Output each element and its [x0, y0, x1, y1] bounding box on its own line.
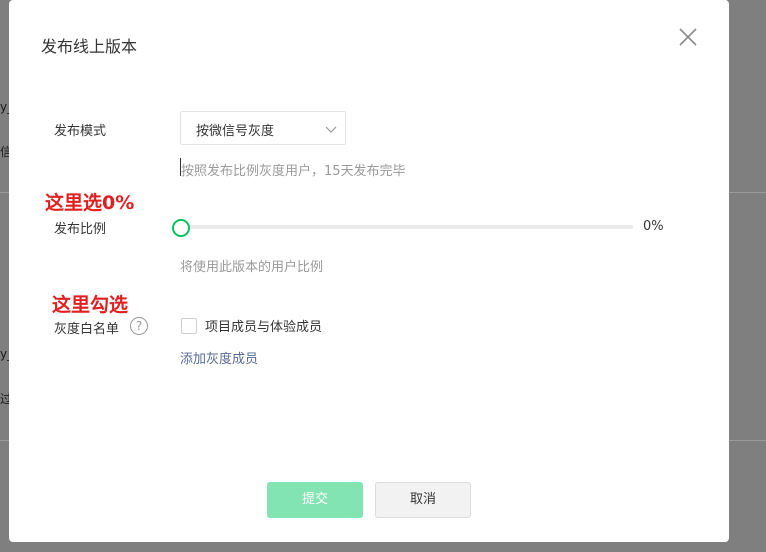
release-mode-hint: 按照发布比例灰度用户，15天发布完毕	[181, 164, 406, 179]
release-ratio-slider-handle[interactable]	[172, 219, 190, 237]
release-ratio-slider-track[interactable]	[180, 225, 633, 229]
release-ratio-value: 0%	[643, 219, 664, 234]
release-mode-label: 发布模式	[54, 124, 107, 139]
members-checkbox-label[interactable]: 项目成员与体验成员	[205, 316, 322, 335]
add-gray-members-link[interactable]: 添加灰度成员	[180, 348, 258, 367]
release-ratio-hint: 将使用此版本的用户比例	[180, 260, 324, 275]
help-icon[interactable]: ?	[130, 317, 148, 335]
close-button[interactable]	[673, 22, 703, 52]
submit-button[interactable]: 提交	[267, 482, 363, 518]
annotation-check-whitelist: 这里勾选	[52, 294, 129, 316]
release-mode-select[interactable]: 按微信号灰度	[180, 111, 346, 145]
close-icon	[679, 28, 697, 46]
chevron-down-icon	[325, 126, 337, 133]
gray-whitelist-label: 灰度白名单	[54, 322, 120, 337]
publish-dialog: 发布线上版本 发布模式 按微信号灰度 按照发布比例灰度用户，15天发布完毕 这里…	[9, 0, 729, 542]
cancel-button[interactable]: 取消	[375, 482, 471, 518]
dialog-title: 发布线上版本	[41, 37, 138, 56]
release-ratio-label: 发布比例	[54, 222, 107, 237]
release-mode-selected-value: 按微信号灰度	[196, 124, 275, 139]
annotation-select-ratio: 这里选0%	[45, 192, 135, 214]
members-checkbox[interactable]	[181, 318, 197, 334]
